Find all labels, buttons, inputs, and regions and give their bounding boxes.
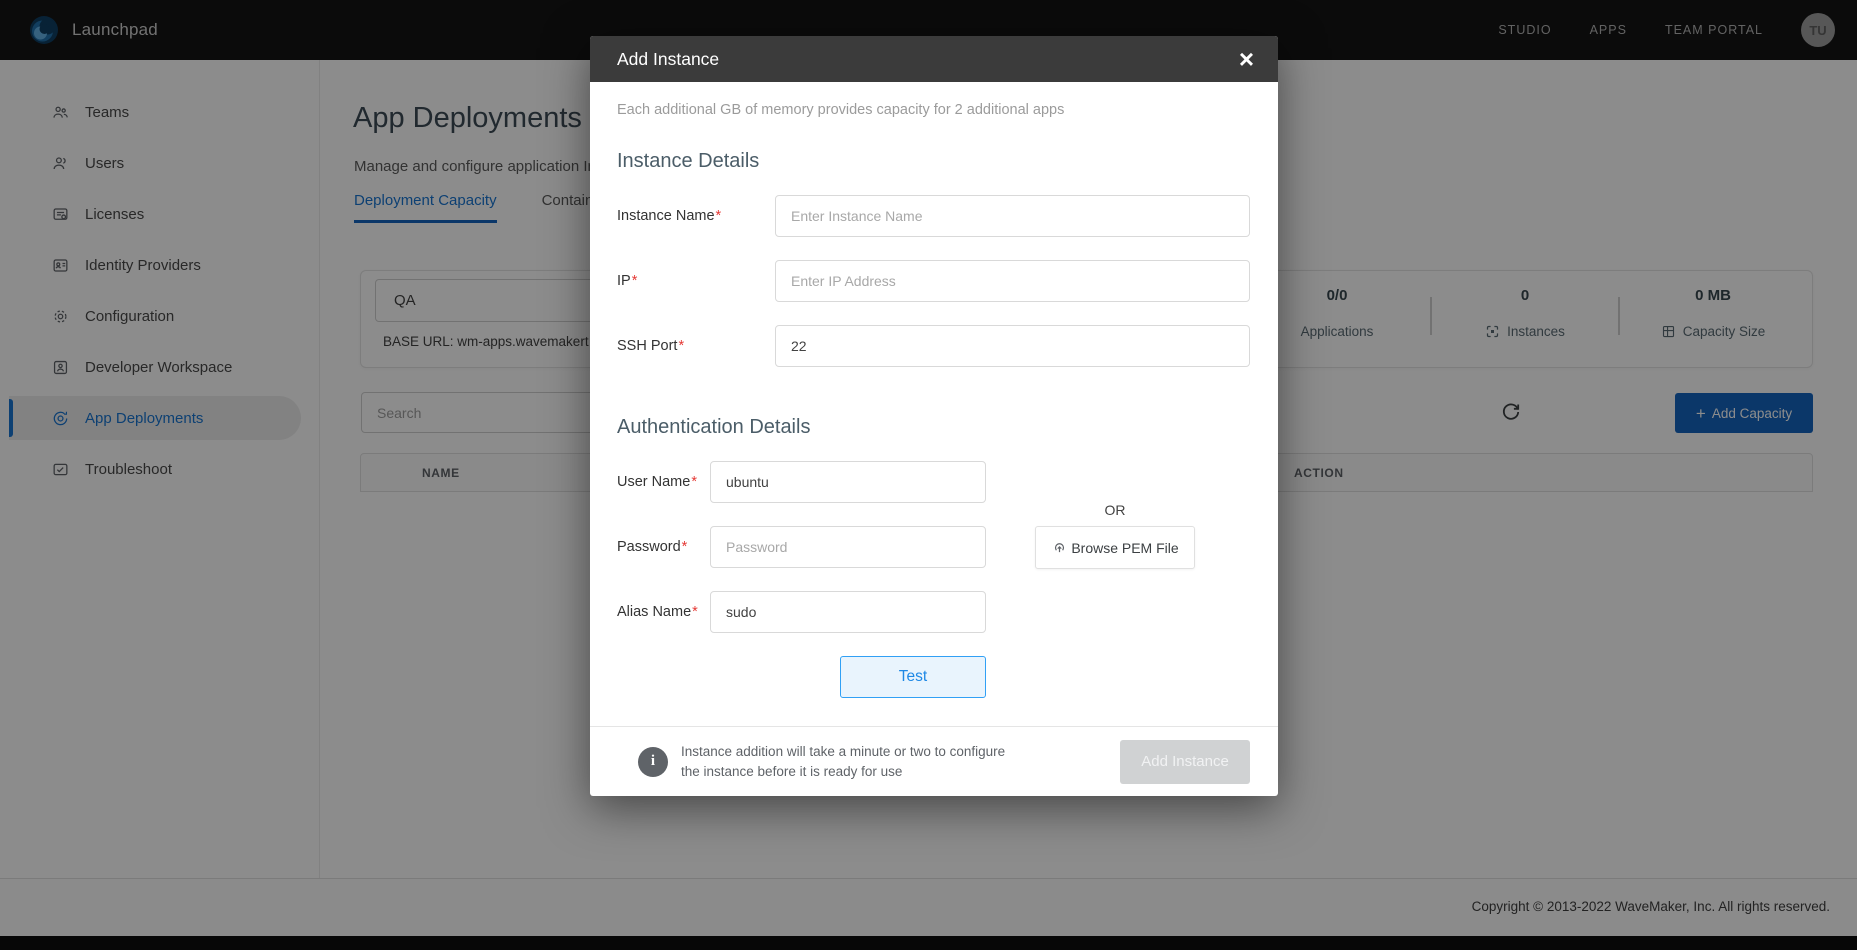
memory-hint-text: Each additional GB of memory provides ca… — [617, 102, 1064, 118]
required-marker: * — [632, 273, 638, 289]
modal-footer: i Instance addition will take a minute o… — [590, 726, 1278, 796]
required-marker: * — [692, 604, 698, 620]
ip-label: IP* — [617, 273, 775, 289]
section-title-instance-details: Instance Details — [617, 150, 759, 173]
field-row-password: Password* — [617, 526, 986, 568]
upload-icon — [1051, 539, 1068, 556]
field-row-alias-name: Alias Name* — [617, 591, 986, 633]
user-name-label: User Name* — [617, 474, 710, 490]
or-separator: OR — [1035, 502, 1195, 518]
add-instance-modal: Add Instance × Each additional GB of mem… — [590, 36, 1278, 796]
field-row-ip: IP* — [617, 260, 1250, 302]
close-icon[interactable]: × — [1239, 46, 1254, 72]
required-marker: * — [716, 208, 722, 224]
user-name-input[interactable] — [710, 461, 986, 503]
info-icon: i — [638, 747, 668, 777]
instance-name-input[interactable] — [775, 195, 1250, 237]
field-row-user-name: User Name* — [617, 461, 986, 503]
ssh-port-label: SSH Port* — [617, 338, 775, 354]
ip-input[interactable] — [775, 260, 1250, 302]
required-marker: * — [678, 338, 684, 354]
password-label: Password* — [617, 539, 710, 555]
password-input[interactable] — [710, 526, 986, 568]
instance-note: Instance addition will take a minute or … — [681, 742, 1005, 782]
field-row-instance-name: Instance Name* — [617, 195, 1250, 237]
instance-name-label: Instance Name* — [617, 208, 775, 224]
alias-name-label: Alias Name* — [617, 604, 710, 620]
modal-title: Add Instance — [617, 49, 719, 70]
modal-header: Add Instance × — [590, 36, 1278, 82]
test-button[interactable]: Test — [840, 656, 986, 698]
add-instance-button[interactable]: Add Instance — [1120, 740, 1250, 784]
required-marker: * — [691, 474, 697, 490]
section-title-authentication-details: Authentication Details — [617, 416, 810, 439]
ssh-port-input[interactable] — [775, 325, 1250, 367]
field-row-ssh-port: SSH Port* — [617, 325, 1250, 367]
required-marker: * — [682, 539, 688, 555]
alias-name-input[interactable] — [710, 591, 986, 633]
browse-pem-button[interactable]: Browse PEM File — [1035, 526, 1195, 569]
app-window: Launchpad STUDIO APPS TEAM PORTAL TU Tea… — [0, 0, 1857, 950]
